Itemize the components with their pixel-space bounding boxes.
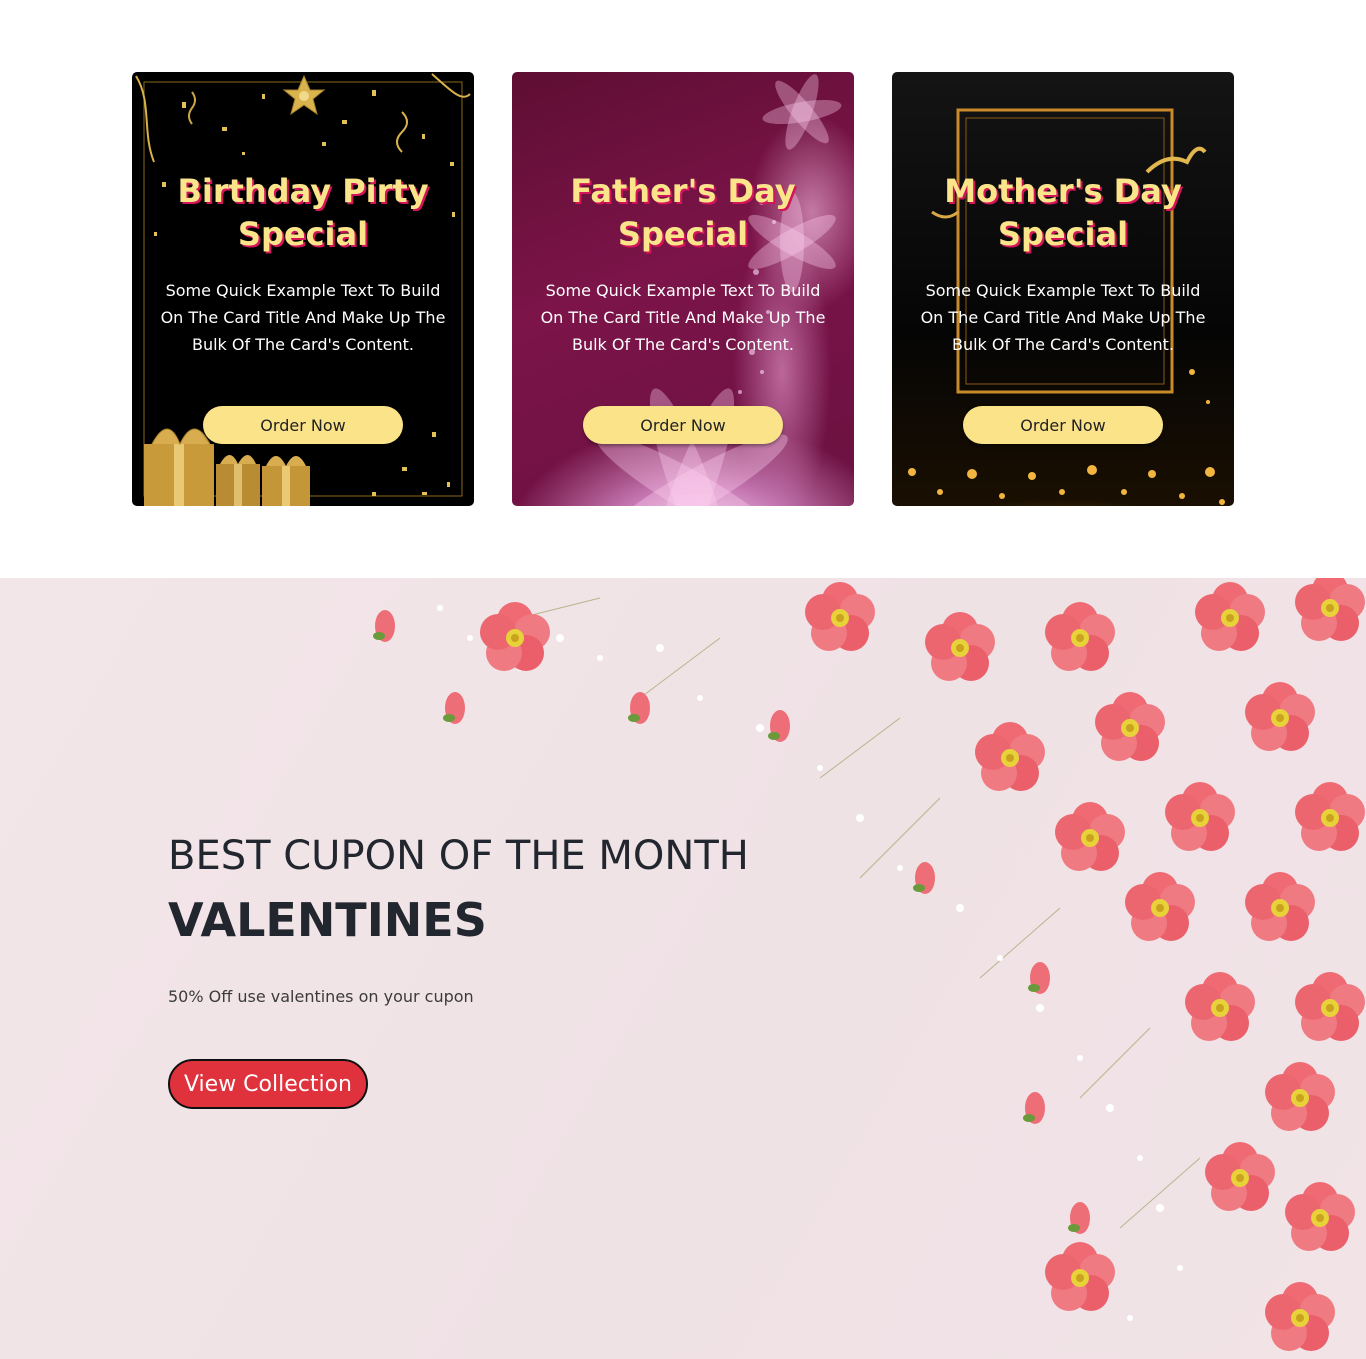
card-title: Birthday Pirty Special (177, 172, 429, 253)
card-text: Some Quick Example Text To Build On The … (160, 281, 446, 354)
card-title: Mother's Day Special (944, 172, 1182, 253)
order-now-button[interactable]: Order Now (583, 406, 783, 444)
card-text: Some Quick Example Text To Build On The … (540, 281, 826, 354)
flowers-background-image (373, 578, 1365, 1351)
page: Birthday Pirty Special Some Quick Exampl… (0, 0, 1366, 1359)
order-now-button[interactable]: Order Now (203, 406, 403, 444)
hero-description: 50% Off use valentines on your cupon (168, 987, 474, 1006)
birthday-card: Birthday Pirty Special Some Quick Exampl… (132, 72, 474, 506)
hero-eyebrow: BEST CUPON OF THE MONTH (168, 833, 749, 879)
fathers-day-card: Father's Day Special Some Quick Example … (512, 72, 854, 506)
cards-section: Birthday Pirty Special Some Quick Exampl… (0, 0, 1366, 578)
view-collection-button[interactable]: View Collection (168, 1059, 368, 1109)
card-title: Father's Day Special (570, 172, 796, 253)
mothers-day-card: Mother's Day Special Some Quick Example … (892, 72, 1234, 506)
card-text: Some Quick Example Text To Build On The … (920, 281, 1206, 354)
hero-title: VALENTINES (168, 893, 487, 947)
order-now-button[interactable]: Order Now (963, 406, 1163, 444)
valentines-hero: BEST CUPON OF THE MONTH VALENTINES 50% O… (0, 578, 1366, 1359)
